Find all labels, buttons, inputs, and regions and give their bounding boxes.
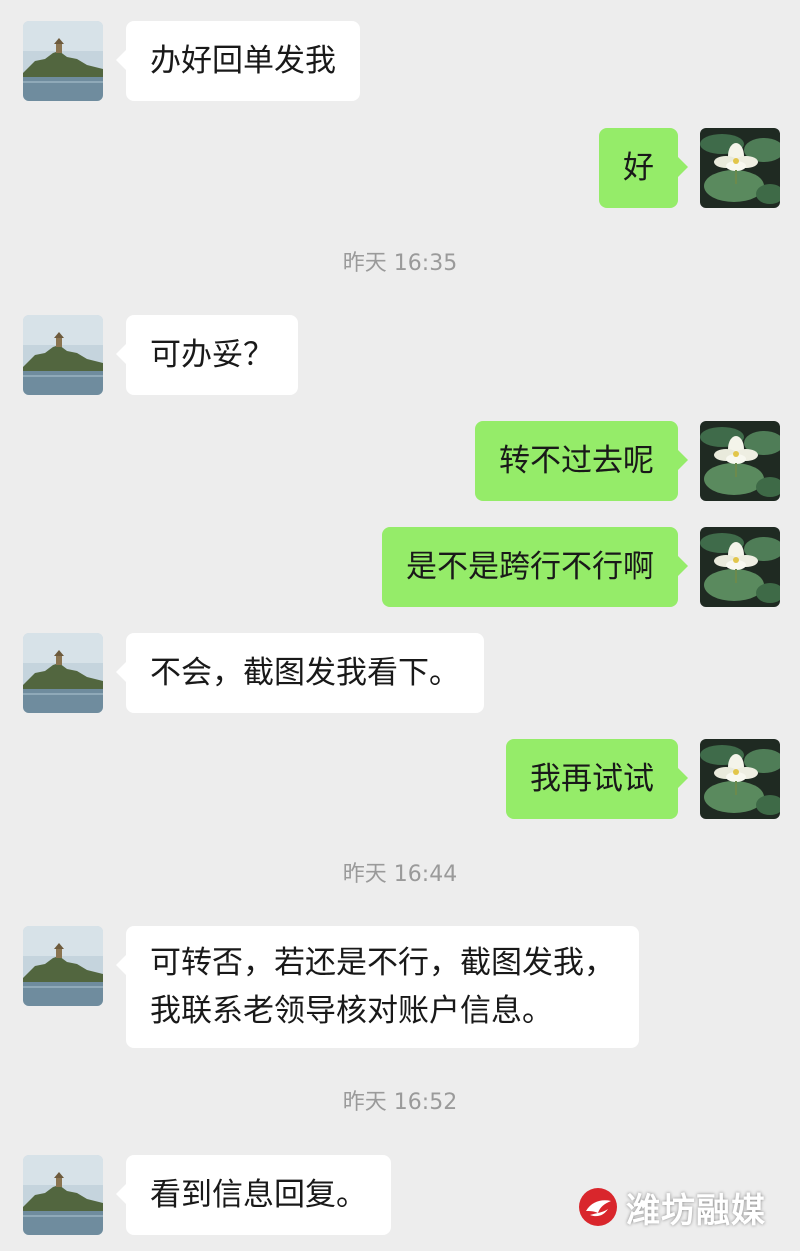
- message-bubble-incoming[interactable]: 可转否，若还是不行，截图发我， 我联系老领导核对账户信息。: [116, 926, 639, 1048]
- self-avatar[interactable]: [700, 527, 780, 607]
- message-bubble-outgoing[interactable]: 我再试试: [506, 739, 688, 819]
- message-text: 看到信息回复。: [150, 1177, 367, 1213]
- contact-avatar[interactable]: [23, 315, 103, 395]
- message-bubble-incoming[interactable]: 可办妥？: [116, 315, 298, 395]
- self-avatar[interactable]: [700, 421, 780, 501]
- message-bubble-incoming[interactable]: 不会，截图发我看下。: [116, 633, 484, 713]
- message-bubble-outgoing[interactable]: 是不是跨行不行啊: [382, 527, 688, 607]
- landscape-avatar-icon: [23, 926, 103, 1006]
- message-text: 不会，截图发我看下。: [150, 655, 460, 691]
- contact-avatar[interactable]: [23, 926, 103, 1006]
- lotus-avatar-icon: [700, 527, 780, 607]
- contact-avatar[interactable]: [23, 633, 103, 713]
- watermark: 潍坊融媒: [578, 1183, 766, 1231]
- message-bubble-outgoing[interactable]: 好: [599, 128, 688, 208]
- timestamp: 昨天 16:44: [342, 862, 458, 887]
- message-text: 可办妥？: [150, 337, 274, 373]
- message-bubble-incoming[interactable]: 看到信息回复。: [116, 1155, 391, 1235]
- landscape-avatar-icon: [23, 21, 103, 101]
- message-text-line: 可转否，若还是不行，截图发我，: [150, 945, 615, 981]
- message-text: 好: [623, 150, 654, 186]
- message-text: 转不过去呢: [499, 443, 654, 479]
- contact-avatar[interactable]: [23, 21, 103, 101]
- landscape-avatar-icon: [23, 633, 103, 713]
- lotus-avatar-icon: [700, 128, 780, 208]
- self-avatar[interactable]: [700, 128, 780, 208]
- timestamp: 昨天 16:35: [342, 251, 458, 276]
- lotus-avatar-icon: [700, 421, 780, 501]
- red-wing-logo-icon: [579, 1188, 617, 1226]
- message-bubble-outgoing[interactable]: 转不过去呢: [475, 421, 688, 501]
- message-text: 是不是跨行不行啊: [406, 549, 654, 585]
- watermark-text: 潍坊融媒: [626, 1190, 766, 1231]
- contact-avatar[interactable]: [23, 1155, 103, 1235]
- landscape-avatar-icon: [23, 1155, 103, 1235]
- message-text-line: 我联系老领导核对账户信息。: [150, 993, 553, 1029]
- self-avatar[interactable]: [700, 739, 780, 819]
- message-text: 办好回单发我: [150, 43, 336, 79]
- landscape-avatar-icon: [23, 315, 103, 395]
- timestamp: 昨天 16:52: [342, 1090, 458, 1115]
- lotus-avatar-icon: [700, 739, 780, 819]
- message-text: 我再试试: [530, 761, 654, 797]
- message-bubble-incoming[interactable]: 办好回单发我: [116, 21, 360, 101]
